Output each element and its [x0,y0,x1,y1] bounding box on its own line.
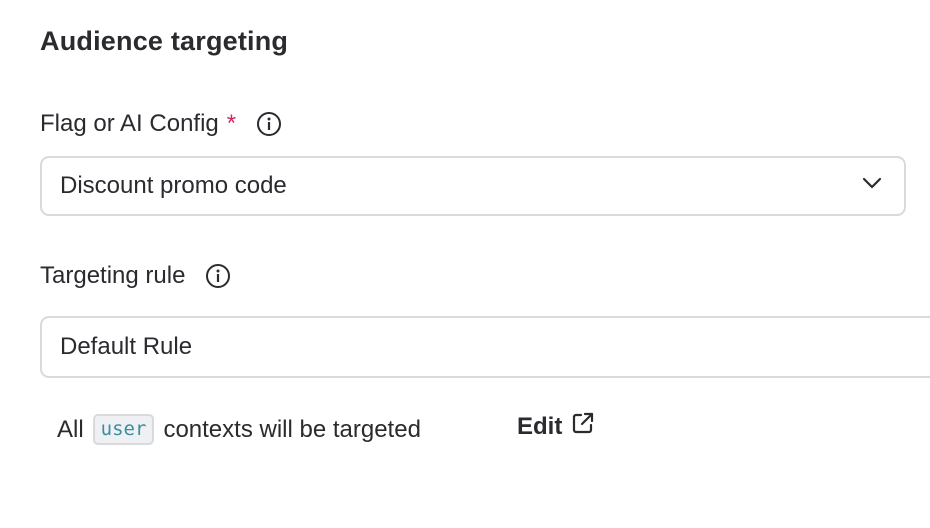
required-indicator: * [226,110,237,137]
flag-label-text: Flag or AI Config [40,110,219,137]
targeting-rule-value: Default Rule [60,333,193,360]
info-icon[interactable] [205,263,231,289]
chevron-down-icon [860,171,884,202]
flag-select-value: Discount promo code [60,172,287,199]
info-icon[interactable] [256,111,282,137]
rule-field-label: Targeting rule [40,262,231,290]
edit-label: Edit [517,412,563,440]
external-link-icon [562,410,596,443]
flag-field-label: Flag or AI Config * [40,110,282,138]
flag-select[interactable]: Discount promo code [40,156,906,216]
summary-suffix: contexts will be targeted [163,415,421,443]
section-title: Audience targeting [40,26,289,56]
context-kind-code: user [92,414,155,445]
targeting-summary: All user contexts will be targeted [57,414,421,445]
targeting-rule-field[interactable]: Default Rule [40,316,930,378]
rule-label-text: Targeting rule [40,262,186,289]
edit-link[interactable]: Edit [517,410,596,443]
summary-prefix: All [57,415,84,443]
